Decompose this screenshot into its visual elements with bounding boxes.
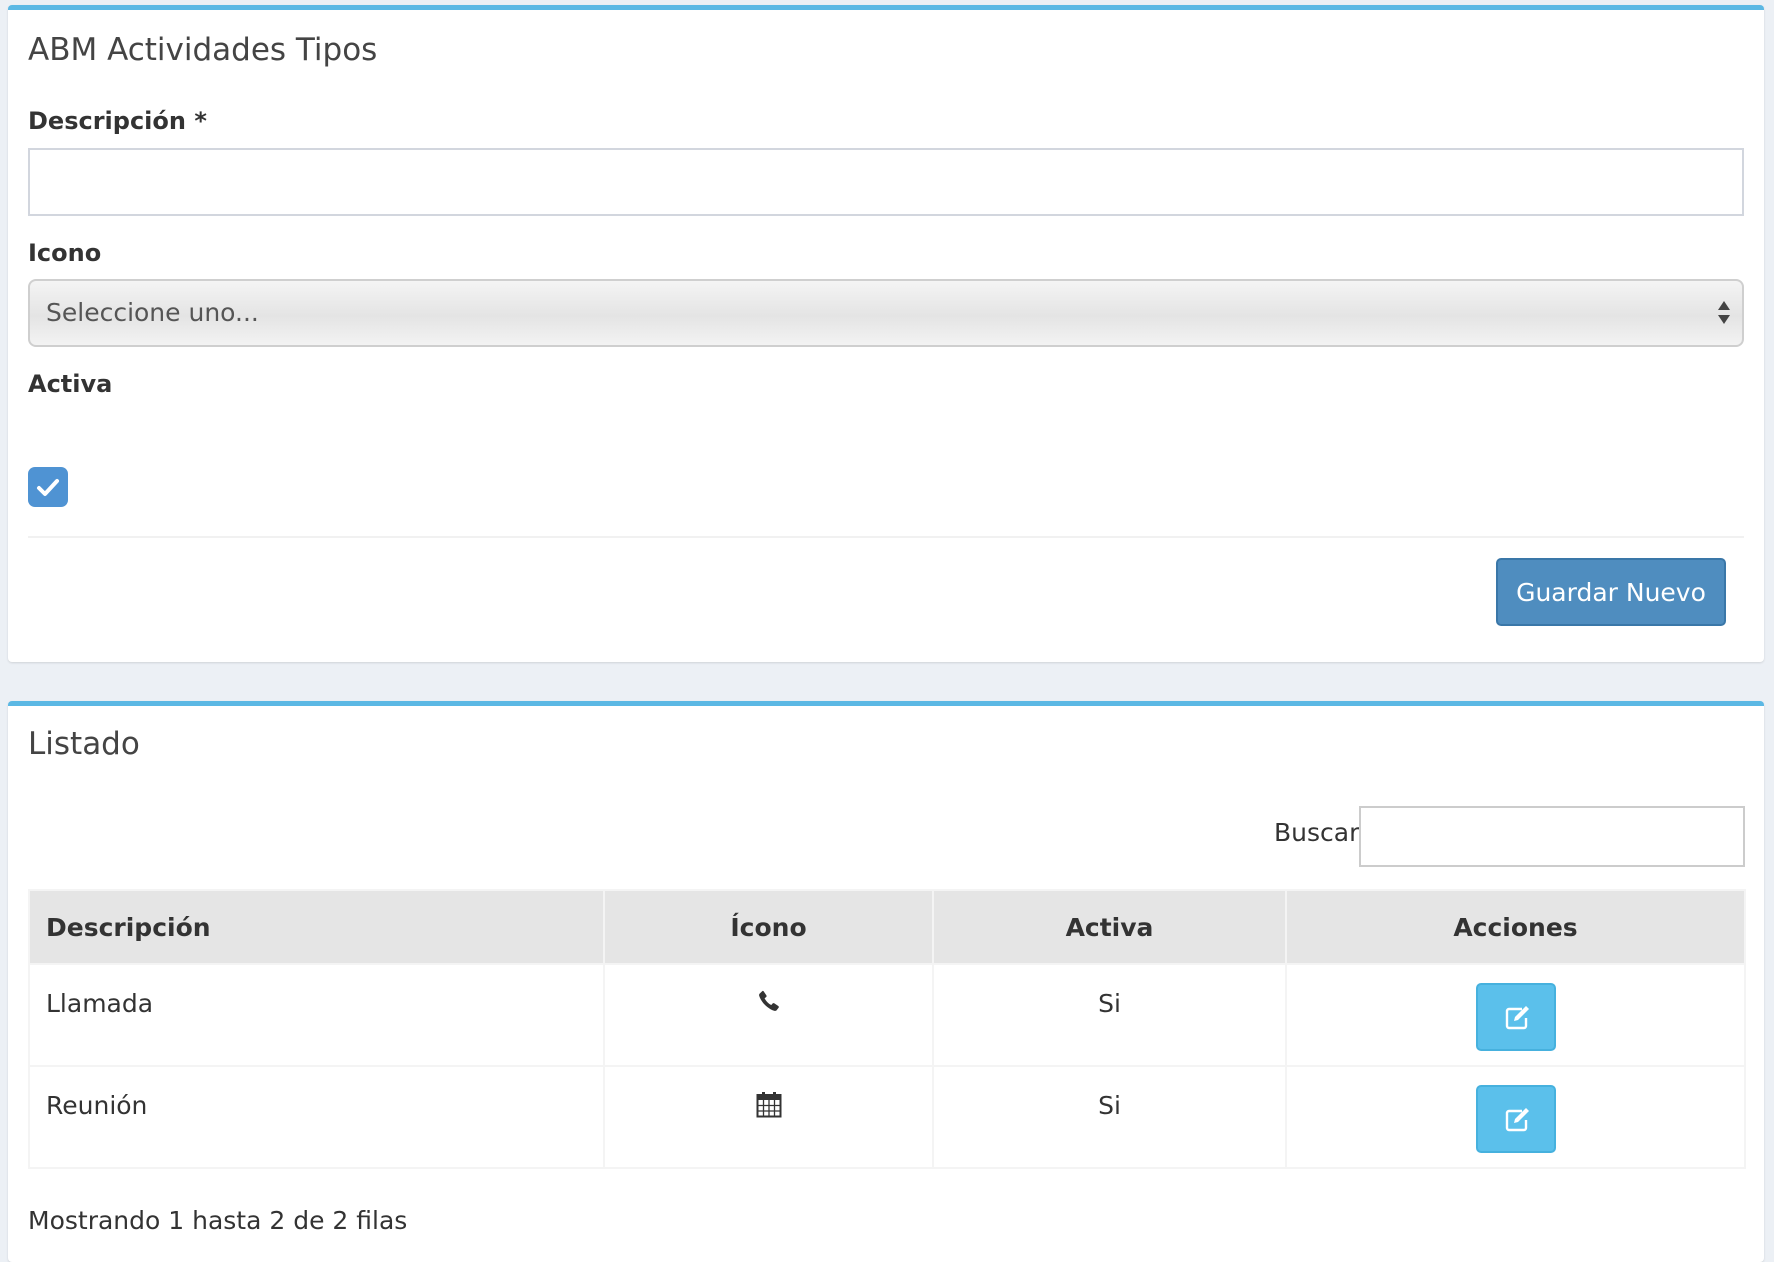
icono-label: Icono	[28, 239, 102, 267]
phone-icon	[758, 990, 779, 1011]
column-header-activa[interactable]: Activa	[932, 889, 1287, 965]
descripcion-label: Descripción *	[28, 107, 207, 135]
search-input[interactable]	[1359, 806, 1745, 867]
calendar-icon	[756, 1092, 781, 1118]
row-activa: Si	[1098, 1091, 1121, 1120]
list-title: Listado	[28, 726, 140, 762]
save-new-button[interactable]: Guardar Nuevo	[1496, 558, 1726, 626]
form-divider	[28, 536, 1744, 538]
icono-select[interactable]: Seleccione uno...	[28, 279, 1744, 347]
column-header-acciones: Acciones	[1285, 889, 1746, 965]
column-header-icono[interactable]: Ícono	[603, 889, 934, 965]
row-descripcion: Reunión	[46, 1091, 148, 1120]
row-descripcion: Llamada	[46, 989, 154, 1018]
list-panel: Listado Buscar: Descripción Ícono Activa…	[8, 701, 1764, 1262]
icono-select-value: Seleccione uno...	[46, 298, 259, 327]
edit-icon	[1505, 1108, 1529, 1132]
form-title: ABM Actividades Tipos	[28, 32, 378, 68]
table-row: Llamada Si	[28, 963, 1746, 1067]
select-arrows-icon	[1718, 301, 1730, 324]
row-activa: Si	[1098, 989, 1121, 1018]
edit-button[interactable]	[1475, 983, 1556, 1051]
column-header-descripcion[interactable]: Descripción	[28, 889, 605, 965]
activa-checkbox[interactable]	[28, 467, 68, 507]
table-info: Mostrando 1 hasta 2 de 2 filas	[28, 1206, 408, 1235]
activity-types-table: Descripción Ícono Activa Acciones Llamad…	[28, 889, 1746, 1169]
descripcion-input[interactable]	[28, 148, 1744, 216]
checkmark-icon	[37, 479, 59, 496]
table-row: Reunión Si	[28, 1065, 1746, 1169]
form-panel: ABM Actividades Tipos Descripción * Icon…	[8, 5, 1764, 662]
activa-label: Activa	[28, 370, 113, 398]
search-label: Buscar:	[1274, 818, 1368, 847]
edit-icon	[1505, 1006, 1529, 1030]
edit-button[interactable]	[1475, 1085, 1556, 1153]
